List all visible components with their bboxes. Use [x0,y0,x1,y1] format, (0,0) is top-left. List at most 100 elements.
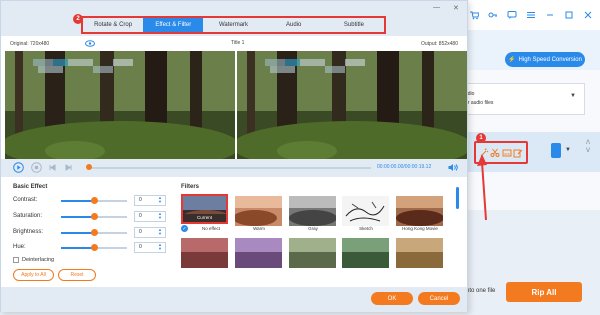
player-controls: 00:00:00.00/00:00:19.12 [1,159,467,177]
maximize-icon[interactable] [562,9,575,22]
lightning-icon: ⚡ [508,57,516,63]
tab-audio[interactable]: Audio [264,18,324,32]
contrast-stepper[interactable]: ▲ ▼ [158,196,162,204]
chevron-down-icon[interactable]: ᐯ [586,148,590,154]
high-speed-conversion-button[interactable]: ⚡ High Speed Conversion [505,52,585,67]
menu-icon[interactable] [524,9,537,22]
output-format-thumb[interactable] [551,143,561,158]
original-preview [5,51,235,159]
filters-title: Filters [181,184,200,190]
saturation-stepper[interactable]: ▲ ▼ [158,212,162,220]
brightness-label: Brightness: [13,229,44,235]
filter-thumbnail [342,196,389,226]
total-time: /00:00:19.12 [403,164,432,170]
filter-item[interactable] [181,238,228,268]
timeline-track[interactable] [89,167,371,169]
chat-icon[interactable] [505,9,518,22]
filter-label-sketch: Sketch [359,226,373,231]
annotation-arrow [477,154,487,221]
subtitle-icon[interactable] [502,148,512,158]
filter-hong-kong-movie[interactable] [396,196,443,226]
filter-thumbnail [396,196,443,226]
current-time: 00:00:00.00 [377,164,404,170]
brightness-stepper[interactable]: ▲ ▼ [158,228,162,236]
deinterlacing-label: Deinterlacing [22,257,55,263]
step-badge-2: 2 [73,14,83,24]
volume-icon[interactable] [447,162,458,173]
rip-all-button[interactable]: Rip All [506,282,582,302]
minimize-icon[interactable]: — [433,4,440,11]
edit-tabs: Rotate & Crop Effect & Filter Watermark … [81,16,386,34]
minimize-icon[interactable] [543,9,556,22]
filter-thumbnail [342,238,389,268]
saturation-label: Saturation: [13,213,43,219]
filter-thumbnail [235,238,282,268]
eye-icon[interactable] [85,40,95,49]
filter-thumbnail [289,196,336,226]
deinterlacing-checkbox[interactable] [13,257,19,263]
chevron-up-icon[interactable]: ᐱ [586,140,590,146]
output-resolution: Output: 852x480 [421,41,458,47]
row-chevrons: ᐱᐯ [586,139,590,155]
ok-button[interactable]: OK [371,292,413,305]
stop-icon[interactable] [31,162,42,173]
saturation-slider-handle[interactable] [91,213,98,220]
filter-label-gray: Gray [308,226,318,231]
title-selector[interactable]: Title 1 [231,40,244,46]
pixelated-overlay [33,59,133,73]
hue-stepper[interactable]: ▲ ▼ [158,243,162,251]
filter-item[interactable] [342,238,389,268]
next-frame-icon[interactable] [63,162,74,173]
preview-header: Original: 720x480 Title 1 Output: 852x48… [1,38,467,50]
timeline-handle[interactable] [86,164,92,170]
play-icon[interactable] [13,162,24,173]
filter-item[interactable] [235,238,282,268]
filter-gray[interactable] [289,196,336,226]
tab-effect-filter[interactable]: Effect & Filter [143,18,204,32]
chevron-down-icon[interactable]: ▼ [570,93,576,99]
filter-thumbnail [181,238,228,268]
key-icon[interactable] [486,9,499,22]
tab-subtitle[interactable]: Subtitle [324,18,384,32]
format-dropdown[interactable] [450,83,585,115]
apply-to-all-button[interactable]: Apply to All [13,269,54,281]
filter-label-no-effect: No effect [202,226,220,231]
basic-effect-title: Basic Effect [13,184,48,190]
filter-label-hong-kong-movie: Hong Kong Movie [402,226,438,231]
original-resolution: Original: 720x480 [10,41,50,47]
edit-dialog: — ✕ Rotate & Crop Effect & Filter Waterm… [0,0,468,312]
time-display: 00:00:00.00/00:00:19.12 [377,164,431,170]
previous-frame-icon[interactable] [47,162,58,173]
close-icon[interactable] [581,9,594,22]
filter-item[interactable] [289,238,336,268]
contrast-label: Contrast: [13,197,38,203]
chevron-down-icon[interactable]: ▼ [565,147,571,153]
filter-label-warm: Warm [253,226,265,231]
cart-icon[interactable] [467,9,480,22]
filter-thumbnail [235,196,282,226]
hue-row: Hue: 0 ▲ ▼ [13,242,173,253]
deinterlacing-option[interactable]: Deinterlacing [13,257,54,263]
tab-rotate-crop[interactable]: Rotate & Crop [83,18,143,32]
reset-button[interactable]: Reset [58,269,96,281]
brightness-slider-handle[interactable] [91,229,98,236]
contrast-slider-handle[interactable] [91,197,98,204]
filter-sketch[interactable] [342,196,389,226]
brightness-row: Brightness: 0 ▲ ▼ [13,227,173,238]
cancel-button[interactable]: Cancel [418,292,460,305]
high-speed-label: High Speed Conversion [518,56,582,63]
hue-label: Hue: [13,244,26,250]
step-badge-1: 1 [476,133,486,143]
filter-thumbnail [396,238,443,268]
hue-slider-handle[interactable] [91,244,98,251]
filter-warm[interactable] [235,196,282,226]
tab-watermark[interactable]: Watermark [203,18,263,32]
filter-thumbnail [289,238,336,268]
filter-item[interactable] [396,238,443,268]
filters-scrollbar[interactable] [456,187,459,209]
filter-no-effect[interactable]: Current [181,194,228,224]
edit-icon[interactable] [513,148,523,158]
close-icon[interactable]: ✕ [453,4,459,12]
current-tag: Current [183,214,226,222]
format-subtext: or audio files [465,100,494,106]
